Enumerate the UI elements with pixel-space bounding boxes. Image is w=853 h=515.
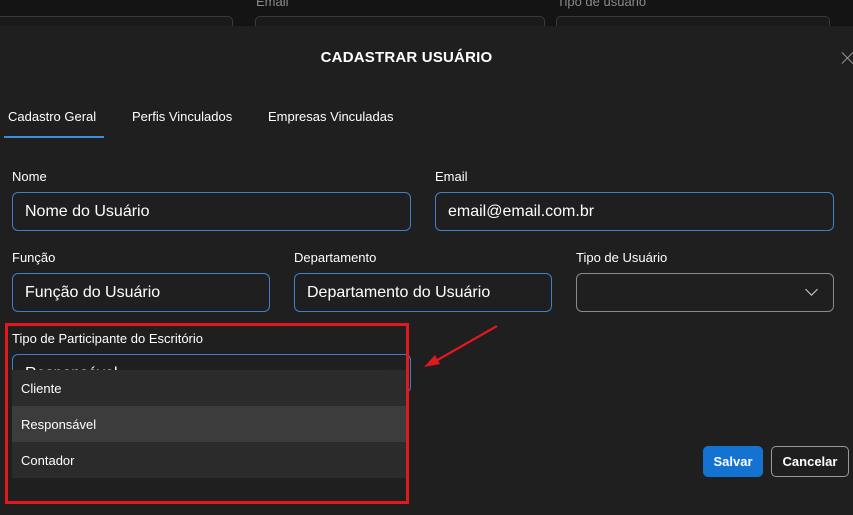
tab-perfis-vinculados[interactable]: Perfis Vinculados [132,109,232,124]
departamento-input[interactable]: Departamento do Usuário [294,273,552,312]
departamento-label: Departamento [294,250,377,265]
background-page: Email Tipo de usuário [0,0,853,46]
annotation-highlight-box [5,323,409,504]
email-input[interactable]: email@email.com.br [435,192,834,231]
active-tab-indicator [4,136,104,138]
save-button[interactable]: Salvar [703,446,763,477]
close-icon[interactable] [838,48,853,68]
page: Email Tipo de usuário CADASTRAR USUÁRIO … [0,0,853,515]
departamento-value: Departamento do Usuário [307,283,491,301]
chevron-down-icon [805,283,818,296]
tipo-usuario-label: Tipo de Usuário [576,250,668,265]
email-label: Email [435,169,468,184]
email-value: email@email.com.br [448,202,595,220]
cancel-button[interactable]: Cancelar [771,446,849,477]
funcao-value: Função do Usuário [25,283,161,301]
funcao-label: Função [12,250,56,265]
tab-cadastro-geral[interactable]: Cadastro Geral [8,109,96,124]
modal-title: CADASTRAR USUÁRIO [320,49,493,66]
background-email-label: Email [256,0,289,9]
background-user-type-label: Tipo de usuário [557,0,647,9]
tab-empresas-vinculadas[interactable]: Empresas Vinculadas [268,109,394,124]
funcao-input[interactable]: Função do Usuário [12,273,270,312]
nome-input[interactable]: Nome do Usuário [12,192,411,231]
tipo-usuario-select[interactable] [576,273,834,312]
nome-label: Nome [12,169,47,184]
nome-value: Nome do Usuário [25,202,150,220]
arrow-icon [424,325,498,367]
